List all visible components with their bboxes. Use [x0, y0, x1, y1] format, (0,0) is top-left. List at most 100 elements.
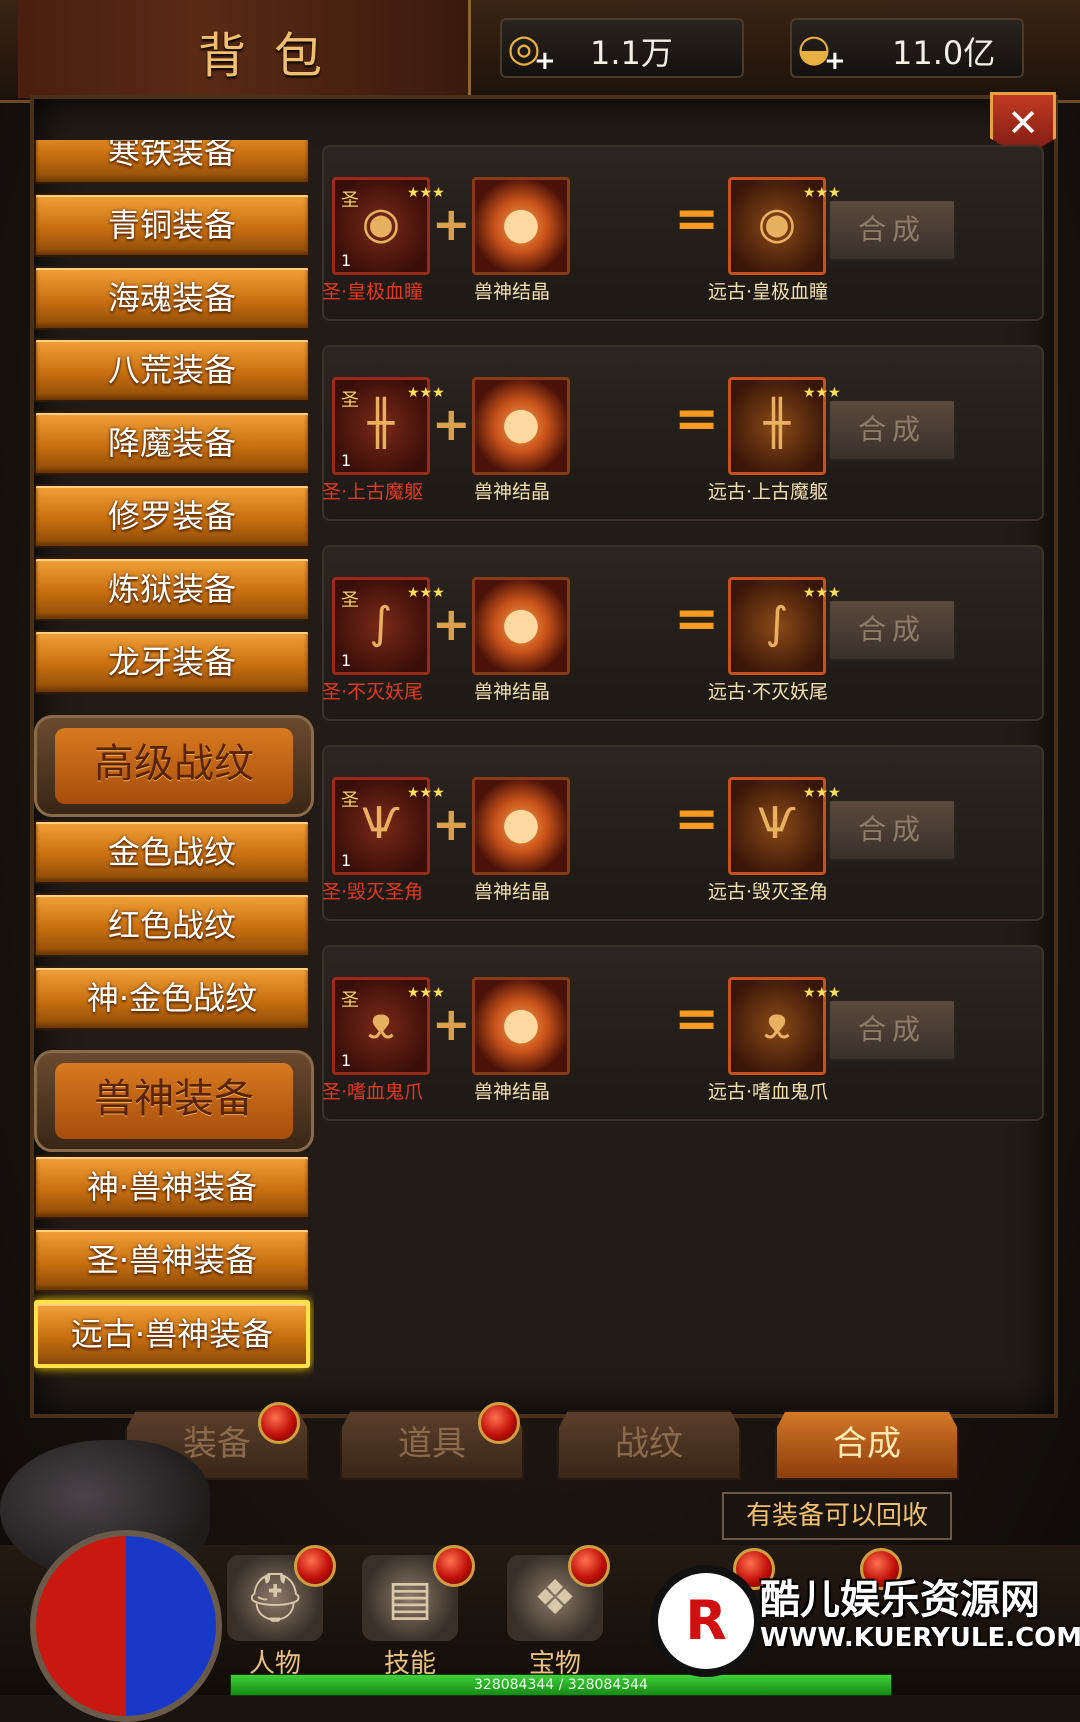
- plus-icon: +: [432, 397, 471, 451]
- ingot-value: 11.0亿: [892, 34, 996, 72]
- output-item-slot[interactable]: ★★★ ╫: [728, 377, 841, 475]
- input-item-name: 圣·毁灭圣角: [322, 881, 424, 903]
- item-count: 1: [341, 851, 352, 870]
- synthesize-button[interactable]: 合成: [828, 399, 956, 461]
- copper-currency[interactable]: ◎ + 1.1万: [500, 18, 744, 78]
- equipment-icon: ᴥ: [367, 998, 395, 1049]
- tab-synthesis[interactable]: 合成: [775, 1410, 959, 1480]
- plus-icon: +: [432, 197, 471, 251]
- star-icon: ★★★: [407, 985, 445, 1001]
- star-icon: ★★★: [407, 185, 445, 201]
- plus-icon: +: [432, 597, 471, 651]
- equals-icon: =: [674, 987, 720, 1050]
- star-icon: ★★★: [803, 985, 841, 1001]
- star-icon: ★★★: [407, 785, 445, 801]
- input-item-name: 圣·不灭妖尾: [322, 681, 424, 703]
- star-icon: ★★★: [407, 585, 445, 601]
- material-item-slot[interactable]: ●: [472, 577, 570, 675]
- input-item-name: 圣·皇极血瞳: [322, 281, 424, 303]
- category-header[interactable]: 高级战纹: [34, 715, 314, 817]
- item-count: 1: [341, 451, 352, 470]
- recipe-row: 圣 ★★★ ∫ 1 + ● = ★★★ ∫ 圣·不灭妖尾 兽神结晶 远古·不灭妖尾 合成: [322, 545, 1044, 721]
- output-item-slot[interactable]: ★★★ Ѱ: [728, 777, 841, 875]
- recycle-notice[interactable]: 有装备可以回收: [722, 1492, 952, 1540]
- equipment-icon: Ѱ: [362, 798, 400, 849]
- plus-icon: +: [432, 997, 471, 1051]
- add-icon: +: [824, 46, 846, 76]
- category-button[interactable]: 寒铁装备: [34, 140, 310, 184]
- recipe-row: 圣 ★★★ ╫ 1 + ● = ★★★ ╫ 圣·上古魔躯 兽神结晶 远古·上古魔躯 合成: [322, 345, 1044, 521]
- equipment-icon: ◉: [757, 198, 797, 249]
- category-button[interactable]: 八荒装备: [34, 338, 310, 402]
- equals-icon: =: [674, 187, 720, 250]
- material-item-name: 兽神结晶: [474, 681, 551, 703]
- category-button[interactable]: 龙牙装备: [34, 630, 310, 694]
- hp-mp-orb: [30, 1530, 222, 1722]
- category-button[interactable]: 神·金色战纹: [34, 966, 310, 1030]
- crystal-icon: ●: [501, 598, 541, 649]
- notification-badge: [568, 1545, 610, 1587]
- tab-runes[interactable]: 战纹: [557, 1410, 741, 1480]
- material-item-name: 兽神结晶: [474, 281, 551, 303]
- output-item-name: 远古·皇极血瞳: [708, 281, 829, 303]
- plus-icon: +: [432, 797, 471, 851]
- copper-value: 1.1万: [590, 34, 673, 72]
- synthesize-button[interactable]: 合成: [828, 999, 956, 1061]
- star-icon: ★★★: [803, 185, 841, 201]
- close-icon: ✕: [1007, 101, 1039, 145]
- input-item-slot[interactable]: 圣 ★★★ ◉ 1: [332, 177, 445, 275]
- category-button[interactable]: 红色战纹: [34, 893, 310, 957]
- recipe-row: 圣 ★★★ Ѱ 1 + ● = ★★★ Ѱ 圣·毁灭圣角 兽神结晶 远古·毁灭圣角 合成: [322, 745, 1044, 921]
- category-button-selected[interactable]: 远古·兽神装备: [34, 1300, 310, 1368]
- notification-badge: [294, 1545, 336, 1587]
- category-button[interactable]: 炼狱装备: [34, 557, 310, 621]
- material-item-slot[interactable]: ●: [472, 177, 570, 275]
- input-item-name: 圣·嗜血鬼爪: [322, 1081, 424, 1103]
- material-item-slot[interactable]: ●: [472, 977, 570, 1075]
- category-button[interactable]: 金色战纹: [34, 820, 310, 884]
- ingot-currency[interactable]: ◒ + 11.0亿: [790, 18, 1024, 78]
- input-item-slot[interactable]: 圣 ★★★ ∫ 1: [332, 577, 445, 675]
- material-item-slot[interactable]: ●: [472, 777, 570, 875]
- category-button[interactable]: 圣·兽神装备: [34, 1228, 310, 1292]
- category-header[interactable]: 兽神装备: [34, 1050, 314, 1152]
- category-button[interactable]: 修罗装备: [34, 484, 310, 548]
- category-button[interactable]: 青铜装备: [34, 193, 310, 257]
- input-item-slot[interactable]: 圣 ★★★ Ѱ 1: [332, 777, 445, 875]
- category-button[interactable]: 海魂装备: [34, 266, 310, 330]
- material-item-name: 兽神结晶: [474, 481, 551, 503]
- category-button[interactable]: 降魔装备: [34, 411, 310, 475]
- watermark-url: WWW.KUERYULE.COM: [760, 1623, 1080, 1653]
- synthesize-button[interactable]: 合成: [828, 199, 956, 261]
- hp-bar: 328084344 / 328084344: [230, 1674, 892, 1696]
- input-item-slot[interactable]: 圣 ★★★ ╫ 1: [332, 377, 445, 475]
- equipment-icon: ∫: [369, 598, 393, 649]
- synthesize-button[interactable]: 合成: [828, 599, 956, 661]
- star-icon: ★★★: [407, 385, 445, 401]
- equipment-icon: ╫: [763, 398, 791, 449]
- equals-icon: =: [674, 587, 720, 650]
- watermark-logo: R: [650, 1565, 762, 1677]
- crystal-icon: ●: [501, 798, 541, 849]
- synthesize-button[interactable]: 合成: [828, 799, 956, 861]
- output-item-slot[interactable]: ★★★ ◉: [728, 177, 841, 275]
- title-plate: 背包: [18, 0, 471, 98]
- output-item-slot[interactable]: ★★★ ∫: [728, 577, 841, 675]
- recipe-row: 圣 ★★★ ◉ 1 + ● = ★★★ ◉ 圣·皇极血瞳 兽神结晶 远古·皇极血瞳 合成: [322, 145, 1044, 321]
- equipment-icon: Ѱ: [758, 798, 796, 849]
- equipment-icon: ╫: [367, 398, 395, 449]
- input-item-slot[interactable]: 圣 ★★★ ᴥ 1: [332, 977, 445, 1075]
- notification-badge: [433, 1545, 475, 1587]
- category-sidebar[interactable]: 寒铁装备 青铜装备 海魂装备 八荒装备 降魔装备 修罗装备 炼狱装备 龙牙装备 …: [34, 140, 314, 1380]
- star-icon: ★★★: [803, 585, 841, 601]
- add-icon: +: [534, 46, 556, 76]
- output-item-name: 远古·毁灭圣角: [708, 881, 829, 903]
- item-count: 1: [341, 1051, 352, 1070]
- output-item-name: 远古·嗜血鬼爪: [708, 1081, 829, 1103]
- watermark: R 酷儿娱乐资源网 WWW.KUERYULE.COM: [650, 1565, 1080, 1677]
- category-button[interactable]: 神·兽神装备: [34, 1155, 310, 1219]
- crystal-icon: ●: [501, 998, 541, 1049]
- recipe-row: 圣 ★★★ ᴥ 1 + ● = ★★★ ᴥ 圣·嗜血鬼爪 兽神结晶 远古·嗜血鬼爪 合成: [322, 945, 1044, 1121]
- material-item-slot[interactable]: ●: [472, 377, 570, 475]
- output-item-slot[interactable]: ★★★ ᴥ: [728, 977, 841, 1075]
